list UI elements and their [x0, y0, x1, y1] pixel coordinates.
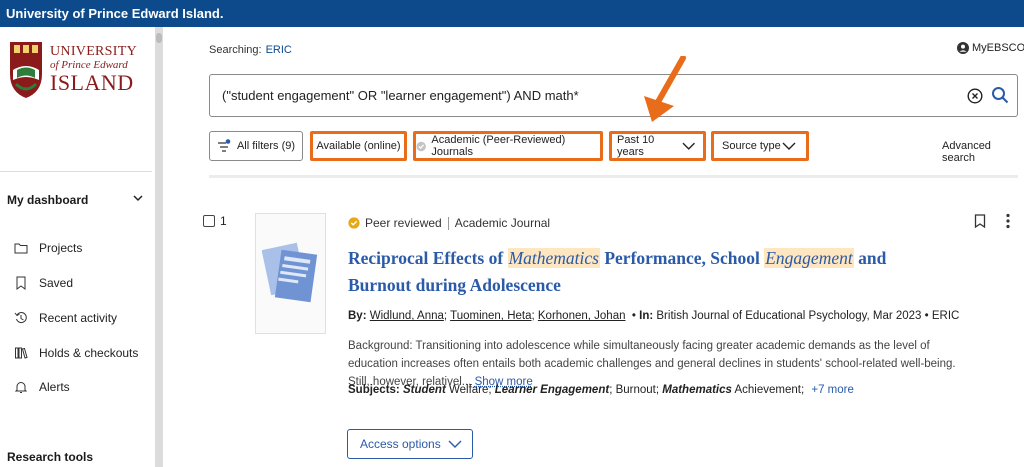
searching-label: Searching: ERIC: [209, 44, 292, 56]
source-text: British Journal of Educational Psycholog…: [656, 310, 960, 322]
bookmark-icon: [16, 276, 26, 290]
sidebar-item-label: Recent activity: [39, 311, 118, 325]
filter-icon: [217, 139, 231, 152]
publication-type: Academic Journal: [454, 216, 551, 230]
university-logo[interactable]: UNIVERSITY of Prince Edward ISLAND: [8, 40, 138, 102]
sidebar-item-label: Saved: [39, 276, 74, 290]
subject-highlight: Mathematics: [662, 384, 732, 396]
result-subjects: Subjects: Student Welfare; Learner Engag…: [348, 384, 854, 396]
result-title-link[interactable]: Reciprocal Effects of Mathematics Perfor…: [348, 245, 948, 299]
sidebar-item-label: Projects: [39, 241, 83, 255]
chevron-down-icon: [782, 142, 796, 150]
by-label: By:: [348, 310, 367, 322]
books-icon: [15, 347, 28, 359]
title-part: Performance, School: [599, 248, 765, 268]
sidebar-item-alerts[interactable]: Alerts: [14, 378, 70, 396]
logo-line-3: ISLAND: [50, 70, 134, 95]
chevron-down-icon: [682, 142, 695, 150]
top-bar: University of Prince Edward Island.: [0, 0, 1024, 27]
bookmark-icon[interactable]: [974, 214, 986, 228]
searching-prefix: Searching:: [209, 44, 262, 56]
years-label: Past 10 years: [617, 134, 655, 158]
subject-link[interactable]: Learner Engagement: [495, 384, 609, 396]
all-filters-button[interactable]: All filters (9): [209, 131, 303, 161]
dashboard-title[interactable]: My dashboard: [7, 193, 88, 207]
chevron-down-icon: [448, 440, 462, 448]
author-link[interactable]: Korhonen, Johan: [538, 310, 626, 322]
title-highlight: Mathematics: [507, 248, 600, 268]
source-type-filter[interactable]: Source type: [711, 131, 809, 161]
result-number: 1: [220, 214, 227, 228]
sidebar-item-holds-checkouts[interactable]: Holds & checkouts: [14, 344, 138, 362]
peer-reviewed-filter[interactable]: Academic (Peer-Reviewed) Journals: [413, 131, 603, 161]
myebsco-button[interactable]: MyEBSCO: [957, 42, 1024, 54]
peer-reviewed-badge-icon: [348, 217, 360, 229]
logo-wordmark: UNIVERSITY of Prince Edward ISLAND: [50, 45, 137, 94]
abstract-text: Background: Transitioning into adolescen…: [348, 340, 956, 388]
peer-label: Academic (Peer-Reviewed) Journals: [431, 134, 566, 158]
result-abstract: Background: Transitioning into adolescen…: [348, 337, 978, 391]
available-online-filter[interactable]: Available (online): [310, 131, 407, 161]
sidebar-scrollbar[interactable]: [155, 27, 163, 467]
check-badge-icon: [416, 141, 426, 151]
subject-link[interactable]: Burnout: [616, 384, 656, 396]
subjects-label: Subjects:: [348, 384, 400, 396]
research-tools-title[interactable]: Research tools: [7, 450, 93, 464]
access-options-label: Access options: [360, 437, 441, 451]
sidebar-item-label: Holds & checkouts: [39, 346, 139, 360]
results-divider: [209, 175, 1018, 178]
result-byline: By: Widlund, Anna; Tuominen, Heta; Korho…: [348, 310, 960, 322]
subject-link[interactable]: Student Welfare: [403, 384, 488, 396]
crest-icon: [10, 42, 42, 98]
subject-highlight: Student: [402, 384, 446, 396]
result-meta: Peer reviewed Academic Journal: [348, 216, 550, 230]
all-filters-label: All filters (9): [236, 140, 296, 152]
source-type-label: Source type: [722, 140, 781, 152]
author-link[interactable]: Widlund, Anna: [370, 310, 444, 322]
sidebar-divider: [0, 171, 152, 172]
search-input[interactable]: ("student engagement" OR "learner engage…: [209, 74, 1018, 117]
history-icon: [14, 312, 27, 323]
sidebar-item-saved[interactable]: Saved: [14, 274, 73, 292]
search-icon[interactable]: [991, 86, 1009, 104]
sidebar-item-projects[interactable]: Projects: [14, 239, 82, 257]
chevron-down-icon[interactable]: [132, 192, 144, 204]
more-options-icon[interactable]: [1005, 213, 1011, 229]
bell-icon: [14, 382, 28, 393]
database-link[interactable]: ERIC: [266, 44, 292, 56]
subject-link[interactable]: Mathematics Achievement: [662, 384, 801, 396]
scrollbar-thumb[interactable]: [156, 33, 162, 43]
sidebar-item-recent-activity[interactable]: Recent activity: [14, 309, 117, 327]
sidebar-item-label: Alerts: [39, 380, 70, 394]
clear-search-icon[interactable]: [967, 88, 983, 104]
more-subjects-link[interactable]: +7 more: [811, 384, 854, 396]
title-part: Reciprocal Effects of: [348, 248, 508, 268]
search-query: ("student engagement" OR "learner engage…: [222, 88, 579, 103]
folder-icon: [14, 243, 28, 254]
result-thumbnail[interactable]: [255, 213, 326, 334]
institution-title: University of Prince Edward Island.: [6, 6, 224, 21]
past-10-years-filter[interactable]: Past 10 years: [609, 131, 706, 161]
annotation-arrow-icon: [644, 56, 686, 122]
result-checkbox[interactable]: [203, 215, 215, 227]
document-icon: [262, 242, 318, 303]
author-link[interactable]: Tuominen, Heta: [450, 310, 531, 322]
title-highlight: Engagement: [764, 248, 854, 268]
logo-line-1: UNIVERSITY: [50, 44, 137, 59]
available-label: Available (online): [316, 140, 401, 152]
subject-text: Welfare: [445, 384, 489, 396]
meta-separator: [447, 216, 449, 230]
user-icon: [957, 42, 969, 54]
in-label: In:: [639, 310, 654, 322]
myebsco-label: MyEBSCO: [972, 42, 1024, 54]
subject-text: Achievement: [731, 384, 801, 396]
access-options-button[interactable]: Access options: [347, 429, 473, 459]
advanced-search-link[interactable]: Advanced search: [942, 140, 1024, 164]
peer-reviewed-label: Peer reviewed: [365, 216, 442, 230]
